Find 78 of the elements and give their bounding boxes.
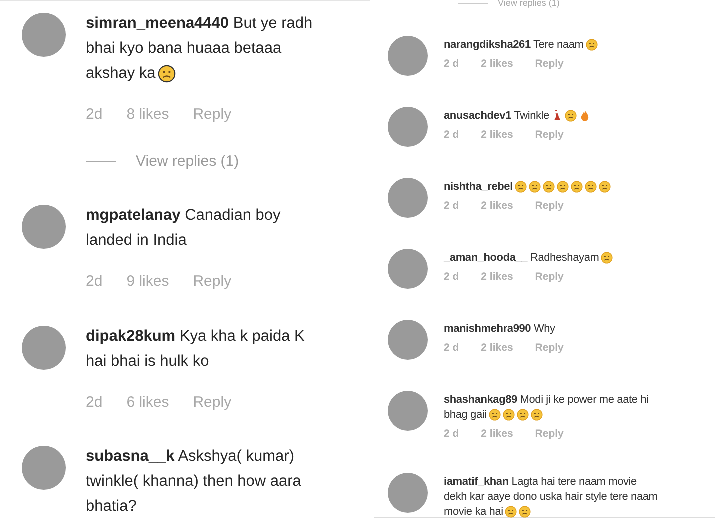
emoji-face-icon [601, 252, 614, 264]
avatar[interactable] [388, 36, 428, 76]
comment-text: iamatif_khan Lagta hai tere naam movie dekh kar aaye dono uska hair style tere naam movie ka hai [444, 475, 658, 520]
avatar[interactable] [388, 178, 428, 218]
likes-count[interactable]: 2 likes [481, 340, 514, 356]
emoji-face-icon [488, 408, 501, 421]
likes-count[interactable]: 9 likes [126, 271, 170, 294]
username-link[interactable]: subasna__k [86, 448, 175, 465]
likes-count[interactable]: 2 likes [481, 198, 514, 214]
avatar[interactable] [388, 390, 428, 430]
comment-text: mgpatelanay Canadian boy landed in India [86, 206, 281, 251]
avatar[interactable] [22, 446, 66, 490]
comment-text: subasna__k Askshya( kumar) twinkle( khanna) then how aara bhatia? [86, 447, 302, 517]
reply-link[interactable]: Reply [535, 426, 564, 442]
avatar[interactable] [388, 106, 428, 146]
comment-time: 2d [86, 105, 103, 125]
comment-time: 2 d [444, 270, 460, 284]
reply-link[interactable]: Reply [535, 340, 564, 356]
avatar[interactable] [22, 205, 66, 249]
username-link[interactable]: _aman_hooda__ [444, 252, 528, 264]
emoji-face-icon [584, 180, 597, 193]
reply-link[interactable]: Reply [193, 104, 232, 126]
username-link[interactable]: narangdiksha261 [444, 38, 531, 50]
username-link[interactable]: nishtha_rebel [444, 180, 513, 192]
emoji-face-icon [542, 180, 555, 193]
reply-link[interactable]: Reply [535, 270, 564, 286]
emoji-face-icon [528, 180, 541, 193]
emoji-face-icon [598, 180, 611, 193]
comment-time: 2d [86, 392, 103, 412]
username-link[interactable]: anusachdev1 [444, 110, 512, 122]
comment-text: narangdiksha261 Tere naam [444, 38, 598, 52]
avatar[interactable] [22, 326, 66, 370]
emoji-face-icon [530, 408, 543, 421]
emoji-face-icon [502, 408, 515, 421]
comment-text: dipak28kum Kya kha k paida K hai bhai is hulk ko [86, 326, 305, 372]
likes-count[interactable]: 2 likes [481, 270, 514, 286]
emoji-face-icon [158, 64, 176, 83]
username-link[interactable]: dipak28kum [86, 328, 176, 344]
view-replies-link[interactable]: View replies (1) [136, 150, 240, 173]
emoji-face-icon [556, 180, 569, 193]
username-link[interactable]: iamatif_khan [444, 476, 509, 488]
avatar[interactable] [388, 248, 428, 288]
avatar[interactable] [388, 320, 428, 360]
likes-count[interactable]: 6 likes [126, 392, 170, 414]
reply-link[interactable]: Reply [193, 271, 232, 294]
flame-icon [579, 110, 592, 122]
emoji-face-icon [519, 506, 532, 518]
emoji-face-icon [514, 180, 527, 193]
reply-link[interactable]: Reply [535, 128, 564, 144]
username-link[interactable]: manishmehra990 [444, 322, 532, 334]
likes-count[interactable]: 2 likes [481, 426, 514, 442]
comment-time: 2 d [444, 128, 460, 142]
reply-link[interactable]: Reply [535, 56, 564, 72]
username-link[interactable]: mgpatelanay [86, 207, 181, 224]
emoji-face-icon [570, 180, 583, 193]
avatar[interactable] [388, 473, 428, 514]
reply-link[interactable]: Reply [535, 198, 564, 214]
emoji-face-icon [516, 408, 529, 421]
comment-time: 2 d [444, 198, 460, 214]
comment-time: 2 d [444, 426, 460, 442]
comment-text: anusachdev1 Twinkle [444, 108, 592, 124]
comment-text: _aman_hooda__ Radheshayam [444, 250, 614, 266]
comment-time: 2 d [444, 56, 460, 72]
username-link[interactable]: shashankag89 [444, 394, 518, 406]
comment-text: shashankag89 Modi ji ke power me aate hi bhag gaii [444, 392, 649, 422]
emoji-face-icon [505, 506, 518, 518]
likes-count[interactable]: 2 likes [481, 128, 514, 144]
emoji-face-icon [565, 110, 578, 122]
comment-text: simran_meena4440 But ye radh bhai kyo bana huaaa betaaa akshay ka [86, 14, 313, 85]
comment-time: 2d [86, 272, 103, 292]
reply-link[interactable]: Reply [193, 392, 232, 414]
username-link[interactable]: simran_meena4440 [86, 15, 230, 32]
likes-count[interactable]: 8 likes [126, 104, 170, 126]
likes-count[interactable]: 2 likes [481, 56, 514, 72]
avatar[interactable] [22, 13, 66, 57]
emoji-face-icon [586, 38, 598, 51]
comment-text: manishmehra990 Why [444, 322, 556, 336]
comment-time: 2 d [444, 340, 460, 356]
